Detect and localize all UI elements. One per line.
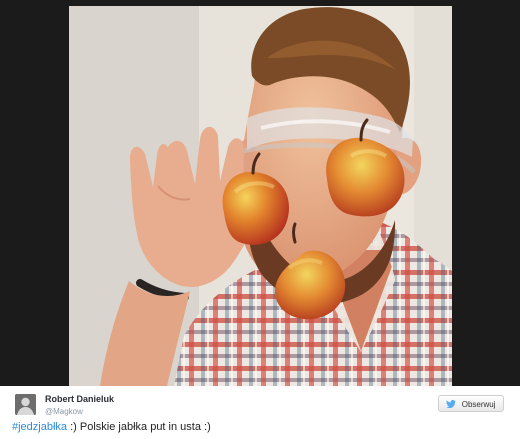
tweet-body-text: :) Polskie jabłka put in usta :) [70, 421, 211, 433]
twitter-bird-icon [446, 400, 457, 408]
follow-button-label: Obserwuj [461, 400, 496, 409]
tweet-text: #jedzjabłka :) Polskie jabłka put in ust… [12, 421, 211, 434]
author-handle[interactable]: @Magkow [45, 407, 83, 417]
author-name[interactable]: Robert Danieluk [45, 394, 114, 405]
tweet-photo-frame [0, 0, 520, 386]
hashtag-link[interactable]: #jedzjabłka [12, 421, 67, 433]
author-avatar[interactable] [15, 394, 36, 415]
tweet-photo[interactable] [69, 6, 452, 386]
user-avatar-icon [15, 394, 36, 415]
tweet-footer: Robert Danieluk @Magkow Obserwuj #jedzja… [0, 386, 520, 439]
apple-selfie-photo [69, 6, 452, 386]
follow-button[interactable]: Obserwuj [438, 395, 504, 412]
tweet-card: Robert Danieluk @Magkow Obserwuj #jedzja… [0, 0, 520, 439]
